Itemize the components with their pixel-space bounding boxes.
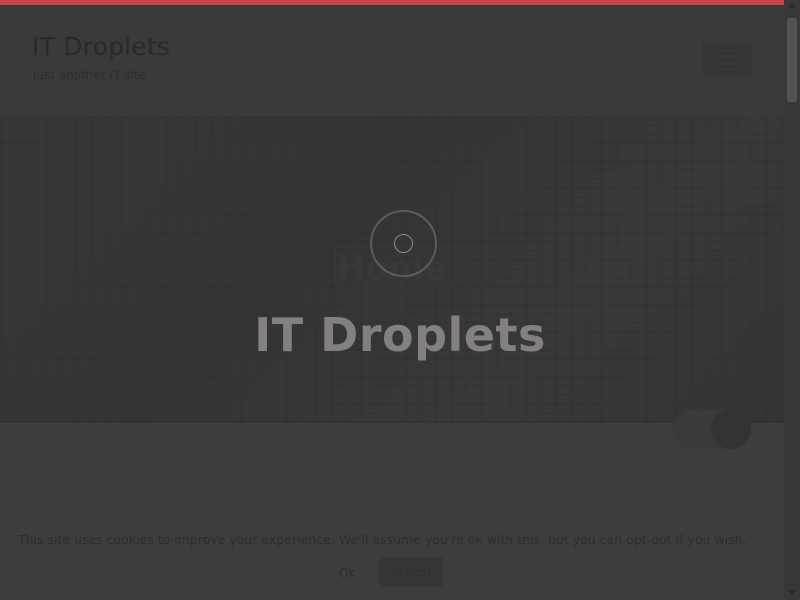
preloader-overlay: IT Droplets bbox=[0, 0, 800, 600]
loading-dot-icon bbox=[394, 234, 413, 253]
preloader-title: IT Droplets bbox=[254, 308, 546, 362]
